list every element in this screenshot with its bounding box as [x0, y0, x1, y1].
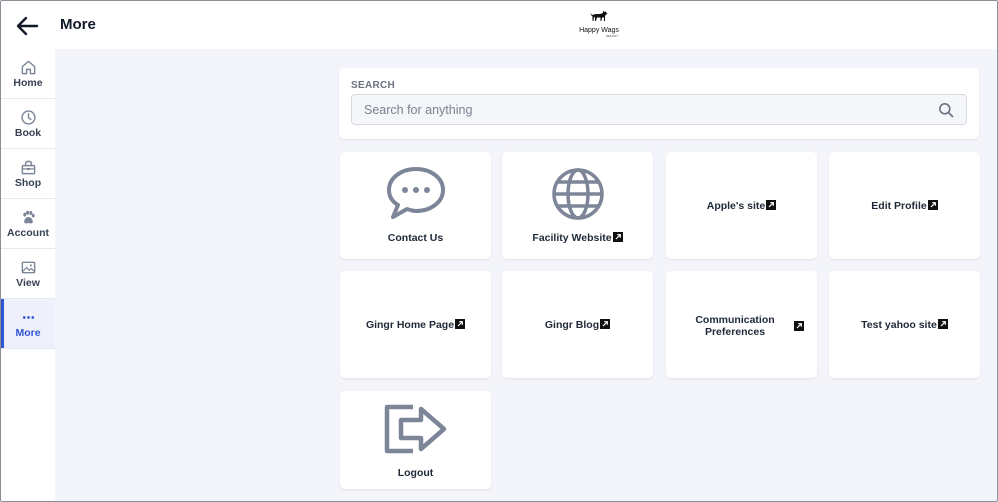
paw-icon	[22, 210, 35, 223]
sidebar-item-label: View	[16, 276, 40, 289]
tile-logout[interactable]: Logout	[340, 391, 491, 489]
tile-label: Logout	[397, 467, 434, 479]
tile-label: Edit Profile	[829, 200, 980, 212]
clock-icon	[20, 109, 36, 125]
search-label: SEARCH	[351, 80, 396, 91]
tile-label: Gingr Blog	[502, 319, 653, 331]
tile-contact-us[interactable]: Contact Us	[340, 152, 491, 259]
globe-icon	[551, 168, 604, 220]
sidebar-nav: Home Book Shop Account View More	[1, 49, 55, 501]
external-link-icon	[766, 200, 777, 210]
brand-logo: Happy Wags RESORT	[573, 9, 625, 41]
tile-communication-preferences[interactable]: Communication Preferences	[666, 271, 817, 378]
tile-icon-wrap	[502, 166, 653, 224]
logout-icon	[384, 404, 446, 454]
external-link-icon	[937, 319, 948, 329]
chat-bubble-icon	[386, 167, 445, 219]
search-icon[interactable]	[938, 102, 954, 118]
home-icon	[21, 60, 35, 74]
sidebar-item-account[interactable]: Account	[1, 199, 55, 249]
sidebar-item-book[interactable]: Book	[1, 99, 55, 149]
external-link-icon	[455, 319, 466, 329]
tile-label: Contact Us	[387, 232, 444, 244]
tile-apples-site[interactable]: Apple's site	[666, 152, 817, 259]
tile-label: Gingr Home Page	[340, 319, 491, 331]
more-dots-icon	[22, 315, 34, 319]
tile-label: Test yahoo site	[829, 319, 980, 331]
sidebar-item-shop[interactable]: Shop	[1, 149, 55, 199]
sidebar-item-label: Account	[7, 226, 49, 239]
top-header: More Happy Wags RESORT	[1, 1, 997, 49]
tile-label: Communication Preferences	[695, 314, 775, 338]
arrow-left-icon	[16, 16, 39, 36]
external-link-icon	[600, 319, 611, 329]
shop-icon	[21, 160, 35, 174]
sidebar-item-view[interactable]: View	[1, 249, 55, 299]
app-frame: More Happy Wags RESORT Home Book Shop Ac…	[0, 0, 998, 502]
sidebar-item-label: Book	[14, 126, 42, 139]
page-title: More	[60, 16, 96, 33]
sidebar-item-more[interactable]: More	[1, 299, 55, 349]
search-card: SEARCH	[339, 68, 979, 139]
search-box	[351, 94, 967, 125]
dog-logo-icon	[590, 10, 608, 21]
sidebar-item-label: Shop	[14, 176, 42, 189]
sidebar-item-home[interactable]: Home	[1, 49, 55, 99]
tile-icon-wrap	[340, 166, 491, 224]
sidebar-item-label: More	[15, 326, 41, 339]
external-link-icon	[612, 232, 623, 242]
tile-edit-profile[interactable]: Edit Profile	[829, 152, 980, 259]
tile-label: Facility Website	[502, 232, 653, 244]
sidebar-item-label: Home	[13, 76, 43, 89]
tile-icon-wrap	[340, 403, 491, 461]
external-link-icon	[927, 200, 938, 210]
search-input[interactable]	[352, 95, 932, 124]
tile-facility-website[interactable]: Facility Website	[502, 152, 653, 259]
image-icon	[21, 261, 35, 273]
tile-gingr-blog[interactable]: Gingr Blog	[502, 271, 653, 378]
tile-label: Apple's site	[666, 200, 817, 212]
logo-subtext: RESORT	[605, 34, 619, 38]
tile-test-yahoo-site[interactable]: Test yahoo site	[829, 271, 980, 378]
tile-gingr-home-page[interactable]: Gingr Home Page	[340, 271, 491, 378]
back-button[interactable]	[15, 13, 41, 39]
external-link-icon	[794, 321, 804, 331]
